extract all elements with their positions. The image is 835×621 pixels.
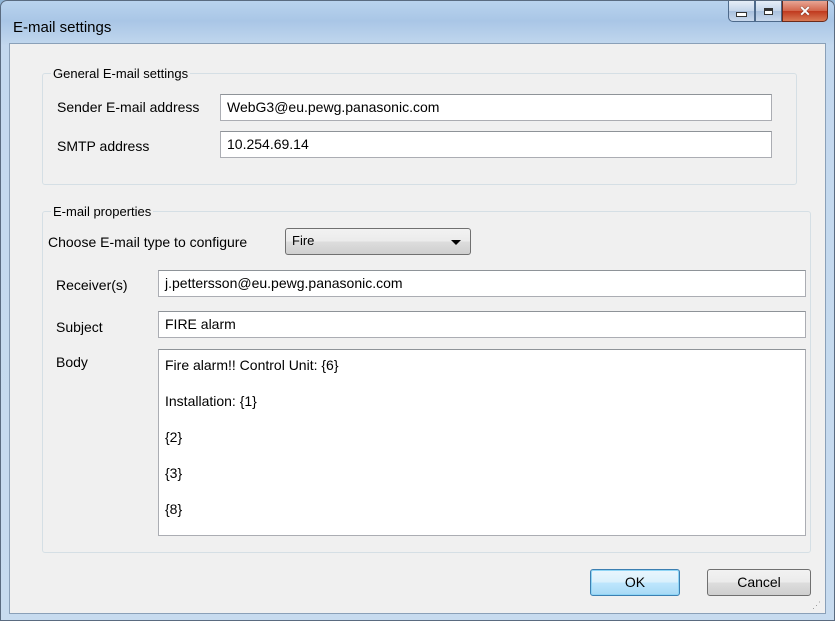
title-bar[interactable]: E-mail settings ✕ (1, 1, 834, 43)
minimize-button[interactable] (728, 1, 755, 22)
email-properties-legend: E-mail properties (53, 204, 152, 219)
sender-email-label: Sender E-mail address (57, 99, 200, 115)
caption-buttons: ✕ (728, 1, 828, 23)
smtp-address-field[interactable]: 10.254.69.14 (220, 131, 772, 158)
close-button[interactable]: ✕ (782, 1, 828, 22)
cancel-button[interactable]: Cancel (707, 569, 811, 596)
body-line: {3} (165, 465, 183, 481)
body-textarea[interactable]: Fire alarm!! Control Unit: {6} Installat… (158, 349, 806, 536)
email-settings-window: E-mail settings ✕ General E-mail setting… (0, 0, 835, 621)
chevron-down-icon (451, 240, 461, 245)
email-type-selected: Fire (292, 233, 315, 248)
body-line: {2} (165, 429, 183, 445)
subject-label: Subject (56, 319, 103, 335)
body-line: {8} (165, 501, 183, 517)
receivers-field[interactable]: j.pettersson@eu.pewg.panasonic.com (158, 270, 806, 297)
body-line: Installation: {1} (165, 393, 257, 409)
smtp-address-label: SMTP address (57, 138, 150, 154)
body-label: Body (56, 354, 88, 370)
close-icon: ✕ (799, 2, 811, 19)
maximize-icon (764, 7, 773, 15)
minimize-icon (736, 12, 747, 17)
receivers-label: Receiver(s) (56, 277, 128, 293)
dialog-client-area: General E-mail settings Sender E-mail ad… (9, 43, 826, 614)
sender-email-field[interactable]: WebG3@eu.pewg.panasonic.com (220, 94, 772, 121)
general-settings-group: General E-mail settings (42, 66, 797, 185)
maximize-button[interactable] (755, 1, 782, 22)
general-settings-legend: General E-mail settings (53, 66, 189, 81)
ok-button[interactable]: OK (590, 569, 680, 596)
email-type-label: Choose E-mail type to configure (48, 234, 248, 250)
body-line: Fire alarm!! Control Unit: {6} (165, 357, 339, 373)
email-type-select[interactable]: Fire (285, 228, 471, 255)
resize-grip-icon[interactable]: ⋰ (812, 600, 822, 610)
subject-field[interactable]: FIRE alarm (158, 311, 806, 338)
window-title: E-mail settings (13, 19, 112, 36)
